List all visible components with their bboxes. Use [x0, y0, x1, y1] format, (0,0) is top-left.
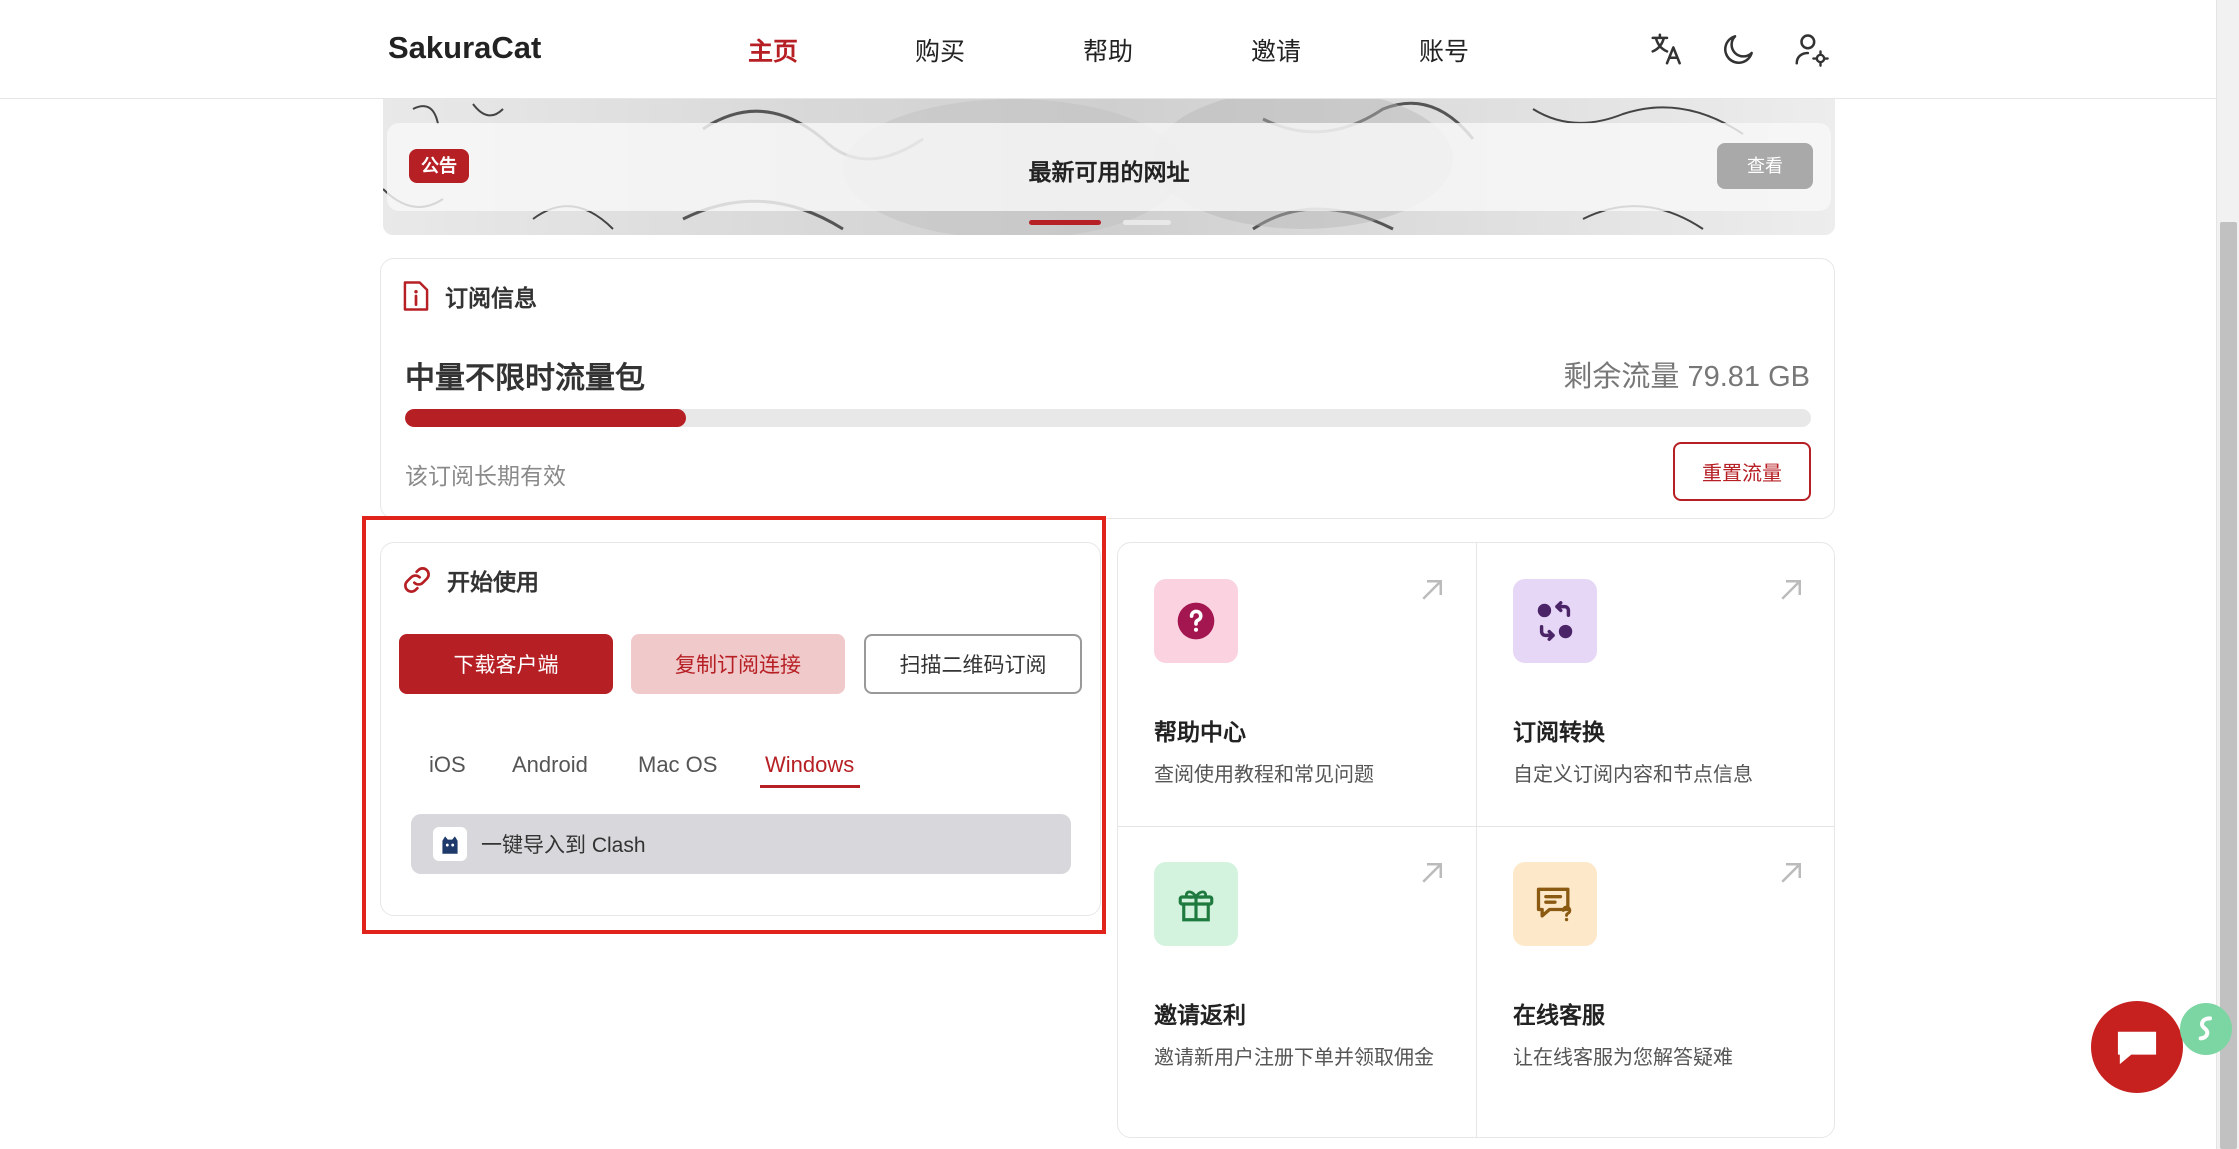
page-scrollbar[interactable] [2216, 0, 2239, 1149]
nav-home[interactable]: 主页 [748, 32, 798, 68]
notice-title: 最新可用的网址 [1028, 159, 1190, 185]
assistant-logo-icon [2198, 1016, 2212, 1041]
quick-link-invite-rebate[interactable]: 邀请返利 邀请新用户注册下单并领取佣金 [1118, 826, 1477, 1109]
arrow-up-right-icon [1781, 863, 1801, 883]
gift-icon [1154, 862, 1238, 946]
subscription-validity: 该订阅长期有效 [405, 463, 566, 489]
help-icon [1154, 579, 1238, 663]
user-settings-icon[interactable] [1792, 30, 1830, 68]
remaining-traffic: 剩余流量 79.81 GB [1563, 361, 1810, 393]
quick-link-subscription-convert[interactable]: 订阅转换 自定义订阅内容和节点信息 [1477, 543, 1834, 826]
quick-link-help-center[interactable]: 帮助中心 查阅使用教程和常见问题 [1118, 543, 1477, 826]
brand-logo[interactable]: SakuraCat [388, 30, 541, 66]
translate-icon[interactable] [1648, 30, 1686, 68]
quick-link-title: 订阅转换 [1513, 719, 1605, 745]
quick-links-card: 帮助中心 查阅使用教程和常见问题 订阅转换 自定义订阅内容和节点信息 邀请返利 … [1117, 542, 1835, 1138]
quick-link-title: 邀请返利 [1154, 1002, 1246, 1028]
assistant-bubble[interactable] [2180, 1003, 2232, 1055]
quick-link-title: 帮助中心 [1154, 719, 1246, 745]
arrow-up-right-icon [1422, 580, 1442, 600]
convert-icon [1513, 579, 1597, 663]
info-document-icon [403, 281, 429, 311]
nav-invite[interactable]: 邀请 [1251, 32, 1301, 68]
plan-name: 中量不限时流量包 [405, 362, 645, 395]
top-navbar: SakuraCat 主页 购买 帮助 邀请 账号 [0, 0, 2216, 99]
quick-link-desc: 邀请新用户注册下单并领取佣金 [1154, 1047, 1434, 1069]
quick-link-desc: 自定义订阅内容和节点信息 [1513, 764, 1753, 786]
carousel-dot[interactable] [1123, 220, 1171, 225]
nav-help[interactable]: 帮助 [1083, 32, 1133, 68]
notice-view-button[interactable]: 查看 [1717, 143, 1813, 189]
quick-link-online-support[interactable]: 在线客服 让在线客服为您解答疑难 [1477, 826, 1834, 1109]
notice-bar: 公告 最新可用的网址 查看 [387, 123, 1831, 211]
chat-bubble-icon [2117, 1031, 2157, 1065]
carousel-dot-active[interactable] [1029, 220, 1101, 225]
subscription-card: 订阅信息 中量不限时流量包 剩余流量 79.81 GB 该订阅长期有效 重置流量 [380, 258, 1835, 519]
quick-link-desc: 查阅使用教程和常见问题 [1154, 764, 1374, 786]
dark-mode-icon[interactable] [1720, 30, 1758, 68]
quick-link-title: 在线客服 [1513, 1002, 1605, 1028]
subscription-title: 订阅信息 [445, 285, 537, 311]
subscription-header: 订阅信息 [401, 279, 537, 313]
live-chat-button[interactable] [2091, 1001, 2183, 1093]
support-icon [1513, 862, 1597, 946]
highlight-box [362, 516, 1106, 934]
arrow-up-right-icon [1781, 580, 1801, 600]
nav-account[interactable]: 账号 [1419, 32, 1469, 68]
nav-buy[interactable]: 购买 [915, 32, 965, 68]
traffic-progress-fill [405, 409, 687, 427]
arrow-up-right-icon [1422, 863, 1442, 883]
traffic-progress-bar [405, 409, 1811, 427]
announcement-banner: 公告 最新可用的网址 查看 [383, 99, 1835, 235]
quick-link-desc: 让在线客服为您解答疑难 [1513, 1047, 1733, 1069]
reset-traffic-button[interactable]: 重置流量 [1673, 442, 1811, 501]
